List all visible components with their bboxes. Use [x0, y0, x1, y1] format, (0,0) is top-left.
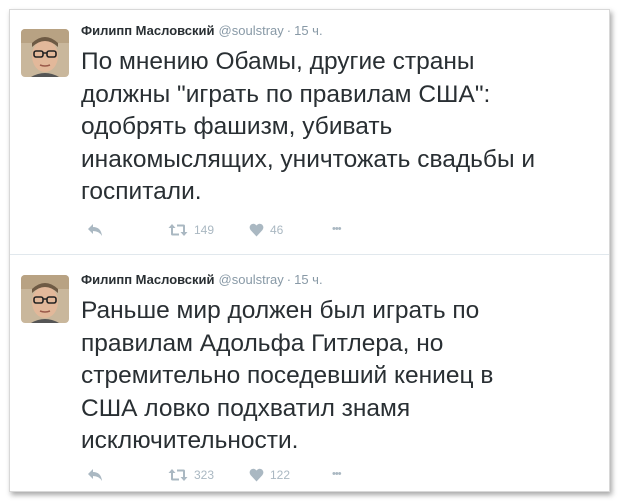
heart-icon: [249, 468, 264, 482]
retweet-icon: [168, 468, 188, 482]
tweet-header: Филипп Масловский @soulstray · 15 ч.: [81, 23, 323, 38]
heart-icon: [249, 223, 264, 237]
author-handle[interactable]: @soulstray: [219, 23, 284, 38]
separator: ·: [286, 272, 292, 287]
more-icon: •••: [332, 468, 342, 480]
tweet: Филипп Масловский @soulstray · 15 ч. По мне…: [10, 10, 609, 254]
tweet: Филипп Масловский @soulstray · 15 ч. Раньше…: [10, 255, 609, 491]
more-icon: •••: [332, 223, 342, 235]
avatar[interactable]: [21, 275, 69, 323]
tweet-text: Раньше мир должен был играть по правилам…: [81, 297, 494, 454]
retweet-button[interactable]: 149: [168, 223, 214, 237]
tweet-header: Филипп Масловский @soulstray · 15 ч.: [81, 272, 323, 287]
avatar[interactable]: [21, 29, 69, 77]
author-name[interactable]: Филипп Масловский: [81, 272, 215, 287]
more-button[interactable]: •••: [332, 223, 342, 235]
screenshot-frame: Филипп Масловский @soulstray · 15 ч. По мне…: [9, 9, 610, 492]
retweet-count: 323: [194, 468, 215, 482]
reply-icon: [87, 223, 103, 237]
tweet-text: По мнению Обамы, другие страны должны "и…: [81, 48, 536, 205]
tweet-actions: 149 46 •••: [81, 223, 381, 241]
separator: ·: [286, 23, 292, 38]
like-button[interactable]: 122: [249, 468, 290, 482]
timestamp[interactable]: 15 ч.: [294, 272, 322, 287]
like-count: 46: [270, 223, 284, 237]
timestamp[interactable]: 15 ч.: [294, 23, 322, 38]
reply-icon: [87, 468, 103, 482]
retweet-count: 149: [194, 223, 215, 237]
reply-button[interactable]: [87, 468, 103, 482]
retweet-icon: [168, 223, 188, 237]
like-button[interactable]: 46: [249, 223, 283, 237]
author-name[interactable]: Филипп Масловский: [81, 23, 215, 38]
tweet-actions: 323 122 •••: [81, 468, 381, 486]
retweet-button[interactable]: 323: [168, 468, 214, 482]
reply-button[interactable]: [87, 223, 103, 237]
like-count: 122: [270, 468, 291, 482]
author-handle[interactable]: @soulstray: [219, 272, 284, 287]
more-button[interactable]: •••: [332, 468, 342, 480]
